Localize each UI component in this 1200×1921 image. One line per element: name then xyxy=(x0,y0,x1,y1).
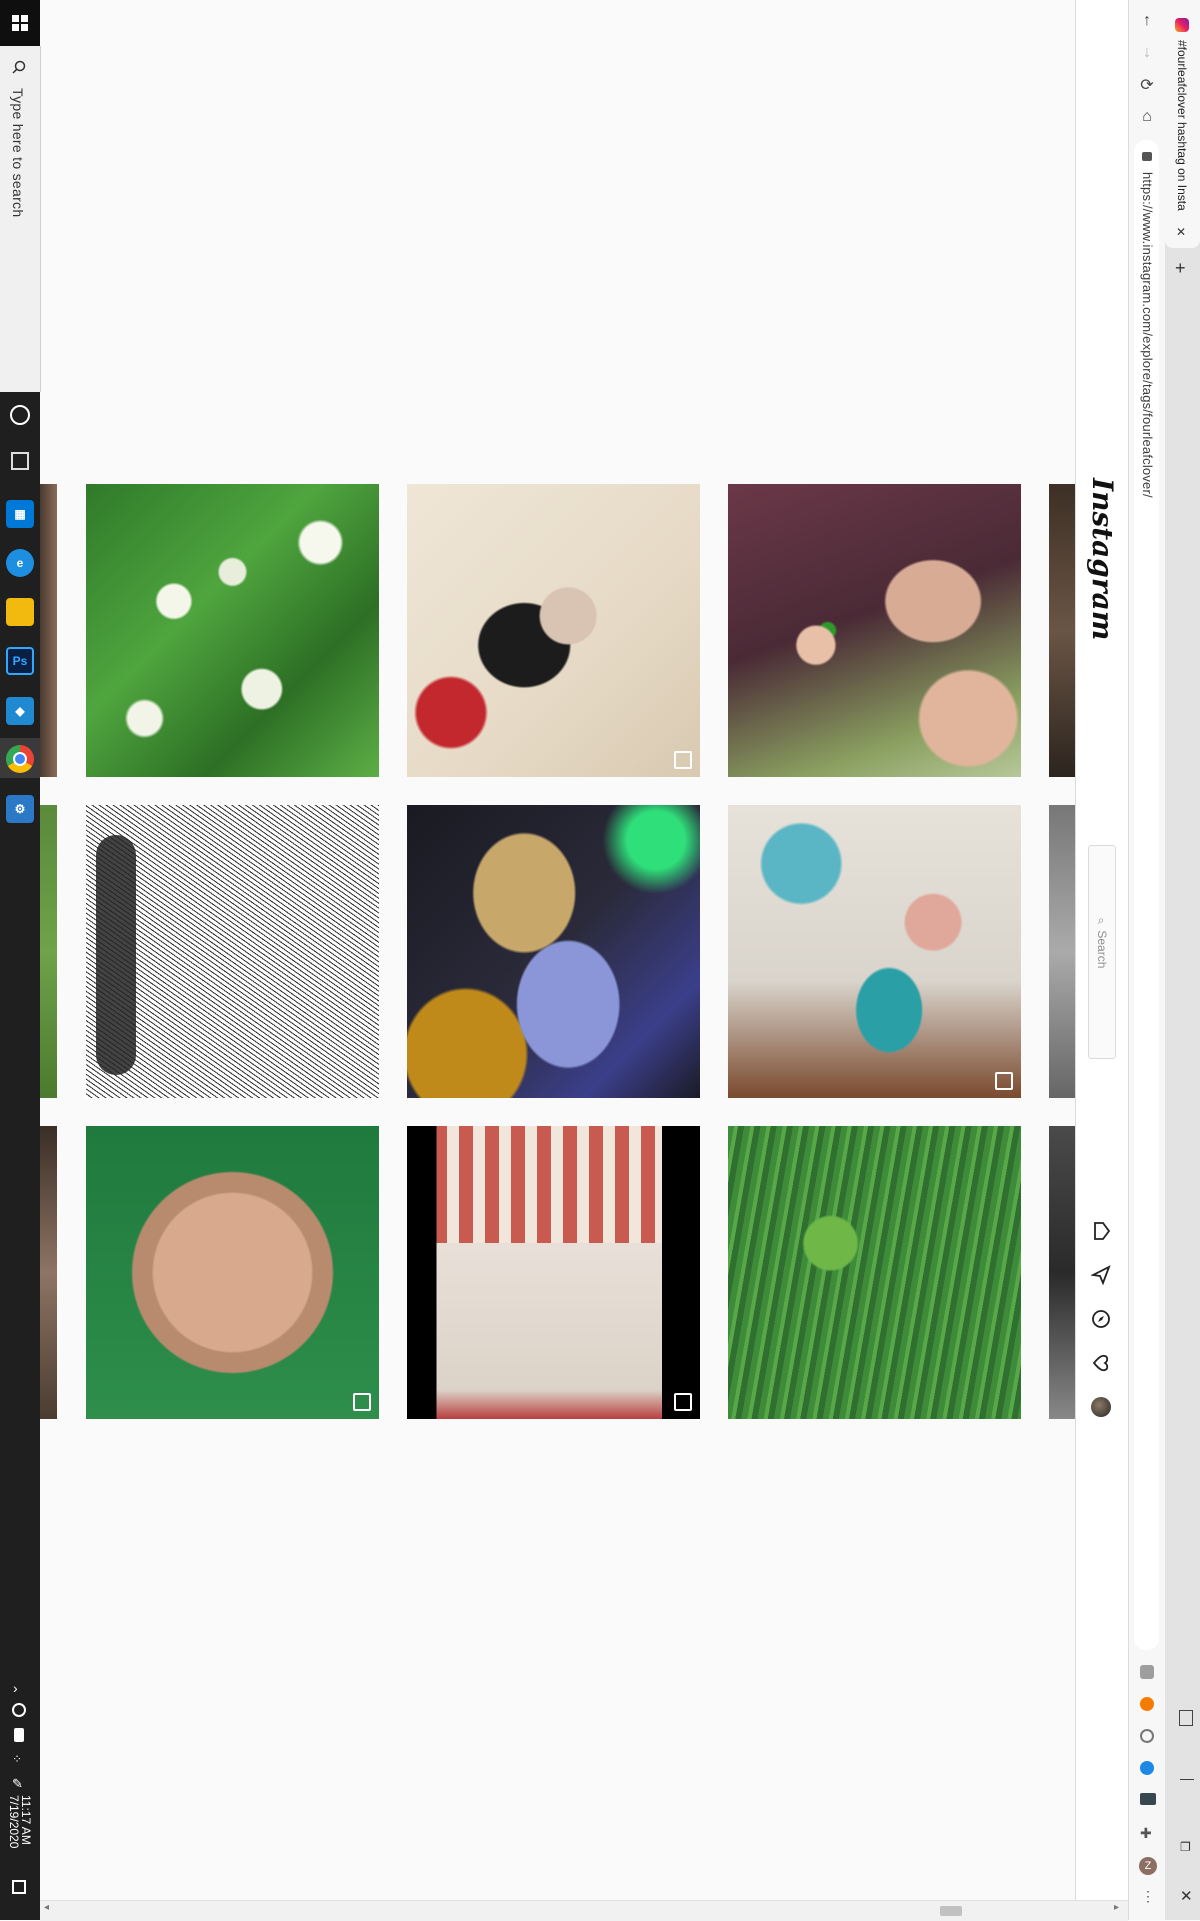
extension-icon-2[interactable] xyxy=(1140,1697,1154,1711)
search-icon: ⌕ xyxy=(1095,915,1109,931)
search-placeholder-text: Search xyxy=(1095,930,1109,969)
direct-message-icon[interactable] xyxy=(1090,1264,1112,1286)
partial-post-left-1[interactable] xyxy=(40,484,57,777)
windows-logo-icon xyxy=(12,15,28,31)
video-badge-icon xyxy=(674,751,692,769)
post-striped-sweater[interactable] xyxy=(407,1126,700,1419)
profile-avatar[interactable] xyxy=(1090,1396,1112,1418)
notifications-icon[interactable] xyxy=(12,1880,26,1894)
search-icon xyxy=(12,60,26,74)
pen-icon[interactable]: ✎ xyxy=(12,1776,23,1792)
browser-menu-icon[interactable]: ⋮ xyxy=(1141,1888,1155,1905)
store-icon[interactable]: ▦ xyxy=(6,500,34,528)
network-icon[interactable]: ⁘ xyxy=(12,1752,28,1766)
scroll-left-arrow-icon[interactable]: ◂ xyxy=(44,1902,49,1913)
edge-icon[interactable]: e xyxy=(6,549,34,577)
post-pixel-face[interactable] xyxy=(86,1126,379,1419)
task-view-icon[interactable] xyxy=(11,452,29,470)
partial-post-right-2[interactable] xyxy=(1049,805,1075,1098)
post-clover-flowers[interactable] xyxy=(86,484,379,777)
post-collage-moon[interactable] xyxy=(728,805,1021,1098)
battery-icon[interactable] xyxy=(14,1728,24,1742)
url-text[interactable]: https://www.instagram.com/explore/tags/f… xyxy=(1140,172,1155,498)
tab-title: #fourleafclover hashtag on Insta xyxy=(1175,40,1189,211)
scrollbar-thumb[interactable] xyxy=(940,1906,962,1916)
window-layout-icon[interactable] xyxy=(1179,1710,1193,1726)
extension-icon-4[interactable] xyxy=(1140,1761,1154,1775)
partial-post-left-3[interactable] xyxy=(40,1126,57,1419)
back-arrow-icon[interactable]: ↑ xyxy=(1136,10,1158,32)
carousel-badge-icon xyxy=(995,1072,1013,1090)
cortana-icon[interactable] xyxy=(10,405,30,425)
photoshop-icon[interactable]: Ps xyxy=(6,647,34,675)
carousel-badge-icon xyxy=(353,1393,371,1411)
taskbar-search-placeholder: Type here to search xyxy=(10,88,26,218)
partial-post-left-2[interactable] xyxy=(40,805,57,1098)
video-badge-icon xyxy=(674,1393,692,1411)
instagram-search-placeholder: ⌕ Search xyxy=(1095,915,1109,968)
close-window-icon[interactable]: ✕ xyxy=(1180,1887,1193,1905)
extensions-puzzle-icon[interactable]: ✚ xyxy=(1140,1825,1152,1842)
extension-icon-1[interactable] xyxy=(1140,1665,1154,1679)
home-button-icon[interactable]: ⌂ xyxy=(1136,106,1158,128)
tray-chevron-icon[interactable]: › xyxy=(13,1680,18,1696)
browser-tab-strip xyxy=(1165,0,1200,1920)
clock-date: 7/19/2020 xyxy=(7,1795,21,1849)
post-tattoo-art[interactable] xyxy=(407,484,700,777)
chrome-icon[interactable] xyxy=(6,745,34,773)
instagram-logo[interactable]: Instagram xyxy=(1086,478,1119,640)
file-explorer-icon[interactable] xyxy=(6,598,34,626)
forward-arrow-icon[interactable]: ↓ xyxy=(1136,42,1158,64)
partial-post-right-1[interactable] xyxy=(1049,484,1075,777)
partial-post-right-3[interactable] xyxy=(1049,1126,1075,1419)
browser-profile-avatar[interactable]: Z xyxy=(1139,1857,1157,1875)
post-sketch-drawing[interactable] xyxy=(86,805,379,1098)
post-couple-selfie[interactable] xyxy=(728,484,1021,777)
lock-icon[interactable] xyxy=(1142,152,1152,161)
tab-close-icon[interactable]: ✕ xyxy=(1176,225,1186,239)
home-icon[interactable] xyxy=(1090,1220,1112,1242)
settings-app-icon[interactable]: ⚙ xyxy=(6,795,34,823)
new-tab-button[interactable]: + xyxy=(1175,258,1186,279)
extension-icon-5[interactable] xyxy=(1140,1793,1156,1805)
extension-icon-3[interactable] xyxy=(1140,1729,1154,1743)
vscode-icon[interactable]: ◆ xyxy=(6,697,34,725)
volume-icon[interactable] xyxy=(12,1703,26,1717)
photoshop-label: Ps xyxy=(12,654,28,668)
minimize-window-icon[interactable]: — xyxy=(1180,1770,1194,1786)
explore-compass-icon[interactable] xyxy=(1090,1308,1112,1330)
taskbar-clock[interactable]: 11:17 AM 7/19/2020 xyxy=(7,1795,33,1849)
instagram-favicon xyxy=(1175,18,1189,32)
clock-time: 11:17 AM xyxy=(19,1795,33,1845)
post-clover-grass[interactable] xyxy=(728,1126,1021,1419)
activity-heart-icon[interactable] xyxy=(1090,1352,1112,1374)
start-button[interactable] xyxy=(0,0,40,46)
scroll-right-arrow-icon[interactable]: ▸ xyxy=(1114,1902,1119,1913)
refresh-icon[interactable]: ⟳ xyxy=(1136,74,1158,96)
restore-window-icon[interactable]: ❐ xyxy=(1180,1840,1191,1854)
post-hourglass[interactable] xyxy=(407,805,700,1098)
horizontal-scrollbar[interactable] xyxy=(40,1900,1128,1921)
